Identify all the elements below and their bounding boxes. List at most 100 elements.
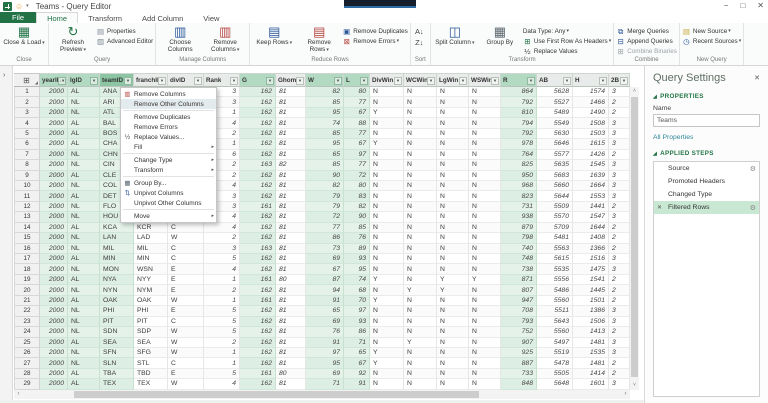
cell[interactable]: 162 (240, 97, 276, 107)
cell[interactable]: N (469, 223, 501, 233)
cell[interactable]: 90 (306, 171, 344, 181)
cell[interactable]: 163 (240, 160, 276, 170)
cell[interactable]: Y (370, 139, 404, 149)
cell[interactable]: 65 (306, 306, 344, 316)
cell[interactable]: N (469, 317, 501, 327)
cell[interactable]: N (370, 160, 404, 170)
cell[interactable]: C (168, 317, 204, 327)
cell[interactable]: 83 (344, 191, 370, 201)
cell[interactable]: 5709 (537, 223, 573, 233)
cell[interactable]: N (437, 108, 469, 118)
cell[interactable]: 3 (609, 306, 630, 316)
cell[interactable]: NL (68, 327, 100, 337)
cell[interactable]: 162 (240, 327, 276, 337)
cell[interactable]: 81 (276, 223, 306, 233)
cell[interactable]: 5 (204, 306, 240, 316)
tab-transform[interactable]: Transform (78, 12, 132, 23)
menu-item-unpivot-other-columns[interactable]: Unpivot Other Columns (121, 198, 216, 208)
filter-dropdown-icon[interactable]: ▾ (620, 77, 628, 85)
cell[interactable]: 2000 (40, 97, 68, 107)
cell[interactable]: 2 (609, 150, 630, 160)
cell[interactable]: 2 (204, 338, 240, 348)
cell[interactable]: N (469, 285, 501, 295)
scroll-right-icon[interactable]: › (621, 390, 630, 399)
cell[interactable]: NL (68, 264, 100, 274)
cell[interactable]: 162 (240, 317, 276, 327)
filter-dropdown-icon[interactable]: ▾ (266, 77, 274, 85)
cell[interactable]: 1366 (573, 244, 609, 254)
cell[interactable]: NL (68, 150, 100, 160)
minimize-button[interactable]: − (724, 1, 729, 10)
cell[interactable]: 81 (276, 139, 306, 149)
cell[interactable]: N (404, 181, 437, 191)
cell[interactable]: 2000 (40, 108, 68, 118)
cell[interactable]: NL (68, 212, 100, 222)
cell[interactable]: N (370, 338, 404, 348)
delete-step-icon[interactable]: ✕ (657, 204, 662, 211)
cell[interactable]: PIT (134, 317, 168, 327)
cell[interactable]: 2 (609, 327, 630, 337)
cell[interactable]: 81 (276, 254, 306, 264)
cell[interactable]: 1501 (573, 296, 609, 306)
cell[interactable]: KCR (134, 223, 168, 233)
cell[interactable]: 1553 (573, 191, 609, 201)
cell[interactable]: N (469, 118, 501, 128)
cell[interactable]: 1664 (573, 181, 609, 191)
cell[interactable]: 81 (276, 233, 306, 243)
row-number[interactable]: 6 (14, 139, 40, 149)
cell[interactable]: NL (68, 244, 100, 254)
tab-file[interactable]: File (0, 12, 36, 23)
cell[interactable]: 2000 (40, 87, 68, 97)
cell[interactable]: 1516 (573, 254, 609, 264)
vertical-scrollbar[interactable]: ˄ ˅ (630, 87, 639, 390)
row-number[interactable]: 7 (14, 150, 40, 160)
cell[interactable]: 1426 (573, 150, 609, 160)
cell[interactable]: 3 (609, 264, 630, 274)
column-header-teamid[interactable]: teamID▾ (100, 73, 134, 87)
cell[interactable]: 74 (344, 275, 370, 285)
cell[interactable]: 5519 (537, 348, 573, 358)
cell[interactable]: 81 (276, 317, 306, 327)
cell[interactable]: 2 (609, 369, 630, 379)
cell[interactable]: 3 (609, 139, 630, 149)
cell[interactable]: W (168, 327, 204, 337)
column-header-franchid[interactable]: franchID▾ (134, 73, 168, 87)
cell[interactable]: 748 (501, 254, 537, 264)
filter-dropdown-icon[interactable]: ▾ (158, 77, 166, 85)
queries-pane-collapsed[interactable]: › Queries (0, 66, 13, 400)
cell[interactable]: 81 (276, 379, 306, 389)
cell[interactable]: NL (68, 317, 100, 327)
column-header-l[interactable]: L▾ (344, 73, 370, 87)
cell[interactable]: N (469, 191, 501, 201)
cell[interactable]: E (168, 369, 204, 379)
cell[interactable]: 89 (344, 244, 370, 254)
cell[interactable]: 871 (501, 275, 537, 285)
cell[interactable]: N (404, 264, 437, 274)
cell[interactable]: 82 (276, 160, 306, 170)
cell[interactable]: SDP (134, 327, 168, 337)
cell[interactable]: 2000 (40, 202, 68, 212)
cell[interactable]: 3 (609, 338, 630, 348)
row-number[interactable]: 5 (14, 129, 40, 139)
cell[interactable]: 2 (609, 202, 630, 212)
remove-errors-button[interactable]: ⊠Remove Errors▾ (342, 36, 408, 46)
cell[interactable]: 70 (344, 296, 370, 306)
cell[interactable]: 81 (276, 306, 306, 316)
cell[interactable]: 2000 (40, 327, 68, 337)
cell[interactable]: N (404, 212, 437, 222)
row-number[interactable]: 10 (14, 181, 40, 191)
step-settings-gear-icon[interactable]: ⚙ (750, 204, 756, 212)
row-number[interactable]: 3 (14, 108, 40, 118)
cell[interactable]: MON (100, 264, 134, 274)
cell[interactable]: 161 (240, 369, 276, 379)
filter-dropdown-icon[interactable]: ▾ (194, 77, 202, 85)
filter-dropdown-icon[interactable]: ▾ (459, 77, 467, 85)
row-number[interactable]: 1 (14, 87, 40, 97)
cell[interactable]: 1414 (573, 369, 609, 379)
cell[interactable]: 162 (240, 285, 276, 295)
cell[interactable]: 162 (240, 129, 276, 139)
cell[interactable]: 3 (609, 254, 630, 264)
tab-home[interactable]: Home (36, 12, 78, 23)
cell[interactable]: N (469, 358, 501, 368)
cell[interactable]: 5615 (537, 254, 573, 264)
